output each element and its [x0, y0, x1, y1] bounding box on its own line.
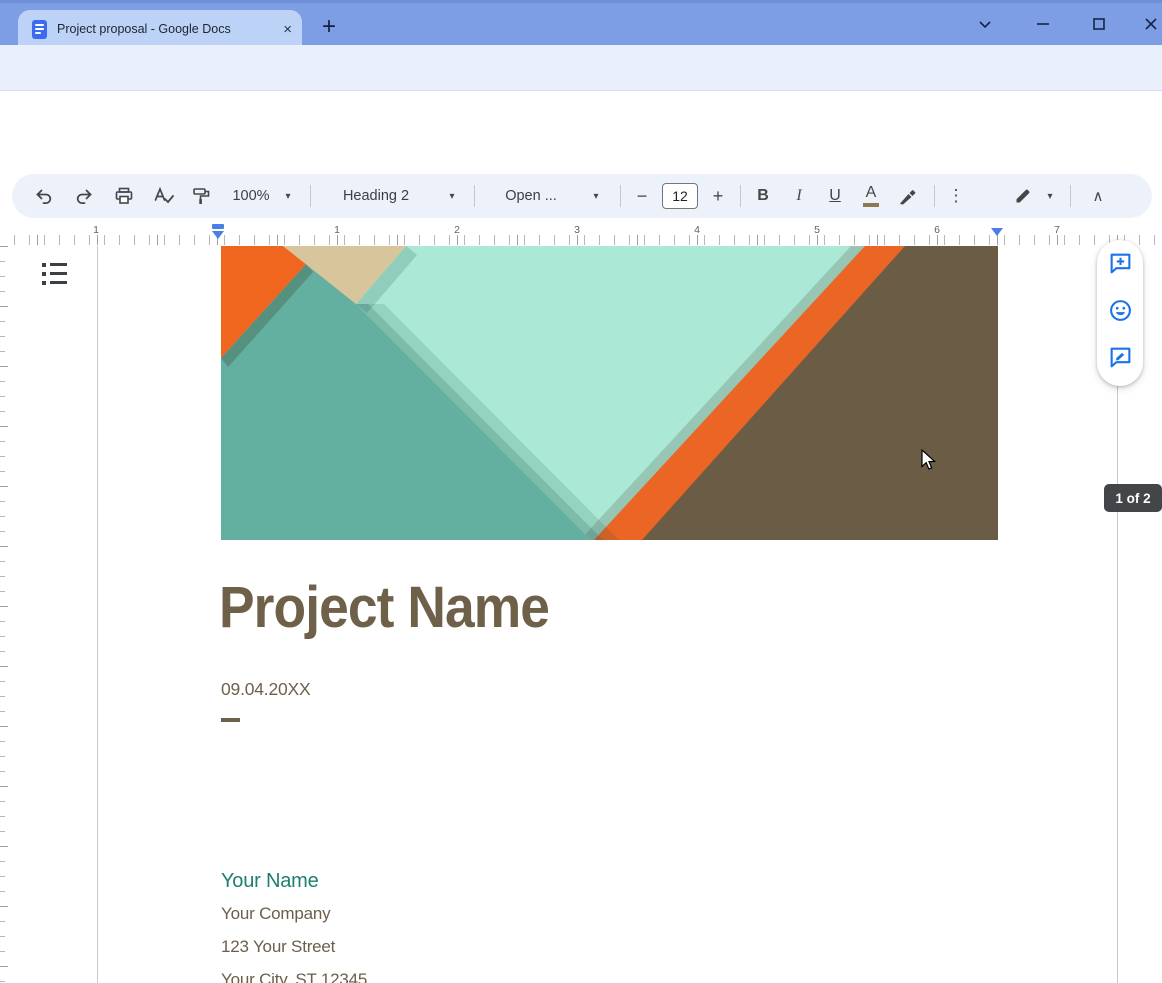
docs-header: Project proposal ☆ File Edit View Insert…	[0, 91, 1162, 172]
collapse-toolbar-icon[interactable]: ∧	[1080, 174, 1116, 218]
page-left-edge	[97, 246, 98, 983]
ruler-number: 7	[1054, 224, 1060, 236]
browser-toolbar: ← → ⌂ docs.google.com/document/d/1LaiGtE…	[0, 45, 1162, 91]
bold-button[interactable]: B	[748, 174, 778, 218]
doc-street[interactable]: 123 Your Street	[221, 937, 335, 957]
suggest-edits-icon[interactable]	[1108, 345, 1133, 375]
doc-city[interactable]: Your City, ST 12345	[221, 970, 367, 983]
emoji-reaction-icon[interactable]	[1108, 298, 1133, 328]
spellcheck-icon[interactable]	[146, 174, 180, 218]
window-minimize-button[interactable]	[1026, 9, 1060, 39]
tab-title: Project proposal - Google Docs	[57, 22, 275, 36]
underline-button[interactable]: U	[820, 174, 850, 218]
redo-icon[interactable]	[68, 174, 100, 218]
ruler-number: 1	[93, 224, 99, 236]
ruler-number: 3	[574, 224, 580, 236]
highlight-color-icon[interactable]	[892, 174, 924, 218]
font-family-select[interactable]: Open ...	[494, 174, 568, 218]
screen: Project proposal - Google Docs × + ← → ⌂…	[0, 0, 1162, 983]
text-color-button[interactable]: A	[856, 174, 886, 218]
editing-mode-pencil-icon[interactable]	[1007, 174, 1039, 218]
first-line-indent-marker[interactable]	[212, 224, 224, 229]
doc-your-name[interactable]: Your Name	[221, 870, 319, 893]
new-tab-button[interactable]: +	[314, 13, 344, 43]
browser-tab-bar: Project proposal - Google Docs × +	[0, 0, 1162, 45]
zoom-caret-icon[interactable]: ▾	[280, 174, 296, 218]
vertical-ruler	[0, 246, 9, 983]
window-close-button[interactable]	[1134, 9, 1162, 39]
doc-heading[interactable]: Project Name	[219, 574, 549, 641]
paragraph-style-select[interactable]: Heading 2	[330, 174, 422, 218]
right-margin-marker[interactable]	[991, 228, 1003, 236]
style-caret-icon[interactable]: ▾	[444, 174, 460, 218]
doc-dash	[221, 718, 240, 722]
text-color-swatch	[863, 203, 879, 207]
mouse-cursor	[921, 449, 938, 471]
tab-close-icon[interactable]: ×	[283, 21, 292, 38]
font-size-decrease-button[interactable]: −	[628, 174, 656, 218]
font-caret-icon[interactable]: ▾	[588, 174, 604, 218]
margin-actions-pill	[1097, 240, 1143, 386]
font-size-field[interactable]: 12	[660, 174, 700, 218]
italic-button[interactable]: I	[784, 174, 814, 218]
ruler-number: 2	[454, 224, 460, 236]
docs-toolbar: 100% ▾ Heading 2 ▾ Open ... ▾ − 12 + B I…	[0, 172, 1162, 222]
print-icon[interactable]	[108, 174, 140, 218]
page-indicator-badge: 1 of 2	[1104, 484, 1162, 512]
toolbar-pill: 100% ▾ Heading 2 ▾ Open ... ▾ − 12 + B I…	[12, 174, 1152, 218]
google-docs-favicon-icon	[32, 20, 47, 39]
font-size-increase-button[interactable]: +	[704, 174, 732, 218]
window-chevron-icon[interactable]	[968, 9, 1002, 39]
undo-icon[interactable]	[28, 174, 60, 218]
ruler-ticks	[10, 235, 1162, 245]
horizontal-ruler[interactable]: 1 1 2 3 4 5 6 7	[10, 222, 1162, 246]
window-maximize-button[interactable]	[1082, 9, 1116, 39]
ruler-number: 4	[694, 224, 700, 236]
doc-company[interactable]: Your Company	[221, 904, 330, 924]
ruler-number: 5	[814, 224, 820, 236]
left-margin-marker[interactable]	[212, 231, 224, 239]
document-outline-icon[interactable]	[42, 262, 68, 288]
zoom-select[interactable]: 100%	[226, 174, 276, 218]
ruler-number: 1	[334, 224, 340, 236]
doc-date[interactable]: 09.04.20XX	[221, 679, 310, 700]
cover-banner-image[interactable]	[221, 246, 998, 540]
more-options-icon[interactable]: ⋮	[942, 174, 970, 218]
editing-mode-caret-icon[interactable]: ▾	[1042, 174, 1058, 218]
browser-tab[interactable]: Project proposal - Google Docs ×	[18, 10, 302, 48]
paint-format-icon[interactable]	[184, 174, 218, 218]
document-area: Project Name 09.04.20XX Your Name Your C…	[0, 246, 1162, 983]
add-comment-icon[interactable]	[1108, 251, 1133, 281]
ruler-number: 6	[934, 224, 940, 236]
